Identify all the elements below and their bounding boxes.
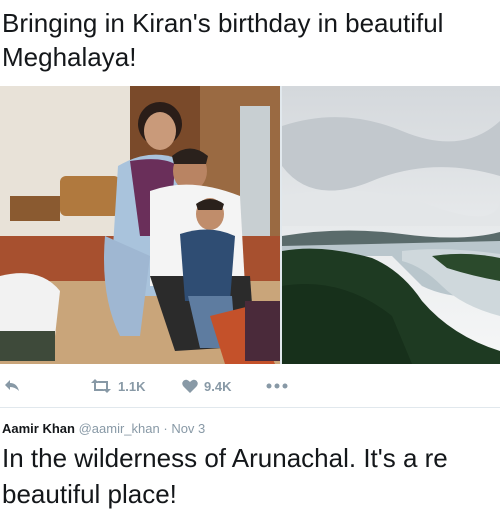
more-icon [266, 383, 288, 389]
reply-icon [5, 380, 19, 391]
like-count: 9.4K [204, 378, 232, 394]
family-photo[interactable] [0, 86, 280, 364]
tweet-2-text-line-1: In the wilderness of Arunachal. It's a r… [2, 443, 448, 473]
byline-separator: · [163, 421, 168, 436]
tweet-byline: Aamir Khan @aamir_khan · Nov 3 [2, 421, 500, 436]
tweet-text-line-1: Bringing in Kiran's birthday in beautifu… [2, 8, 444, 38]
tweet-divider [0, 407, 500, 408]
tweet-media [0, 86, 500, 364]
retweet-count: 1.1K [118, 378, 146, 394]
tweet-text-2: In the wilderness of Arunachal. It's a r… [2, 440, 500, 512]
reply-button[interactable] [4, 373, 20, 399]
more-button[interactable] [266, 373, 288, 399]
author-name[interactable]: Aamir Khan [2, 421, 75, 436]
heart-icon [182, 379, 198, 393]
retweet-button[interactable]: 1.1K [90, 373, 145, 399]
retweet-icon [91, 379, 111, 393]
author-handle[interactable]: @aamir_khan [79, 421, 160, 436]
like-button[interactable]: 9.4K [182, 373, 231, 399]
landscape-photo[interactable] [282, 86, 500, 364]
tweet-text-line-2: Meghalaya! [2, 42, 137, 72]
tweet-2-text-line-2: beautiful place! [2, 479, 177, 509]
tweet-text: Bringing in Kiran's birthday in beautifu… [2, 6, 500, 74]
tweet-actions: 1.1K 9.4K [0, 373, 500, 399]
tweet-date[interactable]: Nov 3 [171, 421, 205, 436]
